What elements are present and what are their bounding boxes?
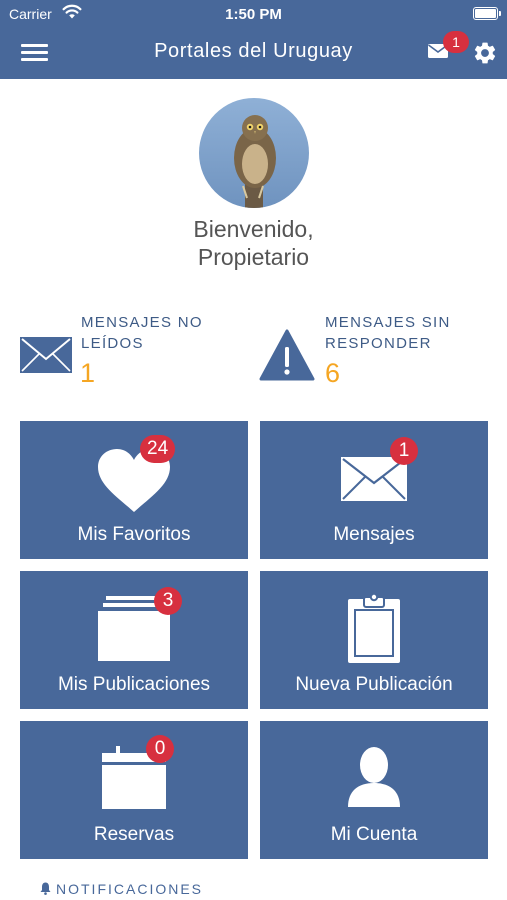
clock: 1:50 PM (225, 6, 282, 23)
tile-label: Reservas (93, 824, 175, 845)
tile-label: Nueva Publicación (295, 674, 453, 695)
tile-mi-cuenta[interactable]: Mi Cuenta (260, 721, 488, 859)
tile-mensajes[interactable]: 1 Mensajes (260, 421, 488, 559)
stat-unanswered-value: 6 (325, 358, 341, 388)
tile-label: Mensajes (333, 524, 415, 545)
stat-unread-label: MENSAJES NO LEÍDOS (81, 312, 203, 354)
tile-label: Mis Favoritos (77, 524, 191, 545)
notifications-link[interactable]: NOTIFICACIONES (40, 881, 203, 897)
stat-unanswered-label-line2: RESPONDER (325, 335, 432, 352)
bell-icon (40, 882, 51, 895)
battery-icon (473, 7, 501, 20)
favoritos-badge: 24 (140, 435, 176, 463)
reservas-badge: 0 (146, 735, 174, 763)
mensajes-badge: 1 (390, 437, 418, 465)
welcome-text: Bienvenido, Propietario (0, 215, 507, 271)
stat-unanswered-label-line1: MENSAJES SIN (325, 314, 451, 331)
app-header: Carrier 1:50 PM Portales del Uruguay 1 (0, 0, 507, 79)
envelope-icon (20, 337, 72, 373)
tile-label: Mis Publicaciones (57, 674, 211, 695)
tile-mis-favoritos[interactable]: 24 Mis Favoritos (20, 421, 248, 559)
status-bar: Carrier 1:50 PM (0, 0, 507, 28)
avatar[interactable] (199, 98, 309, 208)
welcome-line-1: Bienvenido, (193, 216, 314, 242)
mail-badge: 1 (443, 31, 469, 53)
warning-icon (259, 329, 315, 381)
notifications-label: NOTIFICACIONES (56, 881, 204, 897)
stat-unread-label-line2: LEÍDOS (81, 335, 144, 352)
welcome-line-2: Propietario (197, 244, 310, 270)
publicaciones-badge: 3 (154, 587, 182, 615)
tile-reservas[interactable]: 0 Reservas (20, 721, 248, 859)
stat-unread-label-line1: MENSAJES NO (81, 314, 203, 331)
tile-mis-publicaciones[interactable]: 3 Mis Publicaciones (20, 571, 248, 709)
stat-unread-value: 1 (80, 358, 96, 388)
tile-nueva-publicacion[interactable]: Nueva Publicación (260, 571, 488, 709)
clipboard-icon (348, 593, 400, 663)
gear-icon[interactable] (472, 40, 498, 66)
tile-label: Mi Cuenta (330, 824, 418, 845)
person-icon (348, 747, 400, 807)
stat-unanswered-label: MENSAJES SIN RESPONDER (325, 312, 451, 354)
